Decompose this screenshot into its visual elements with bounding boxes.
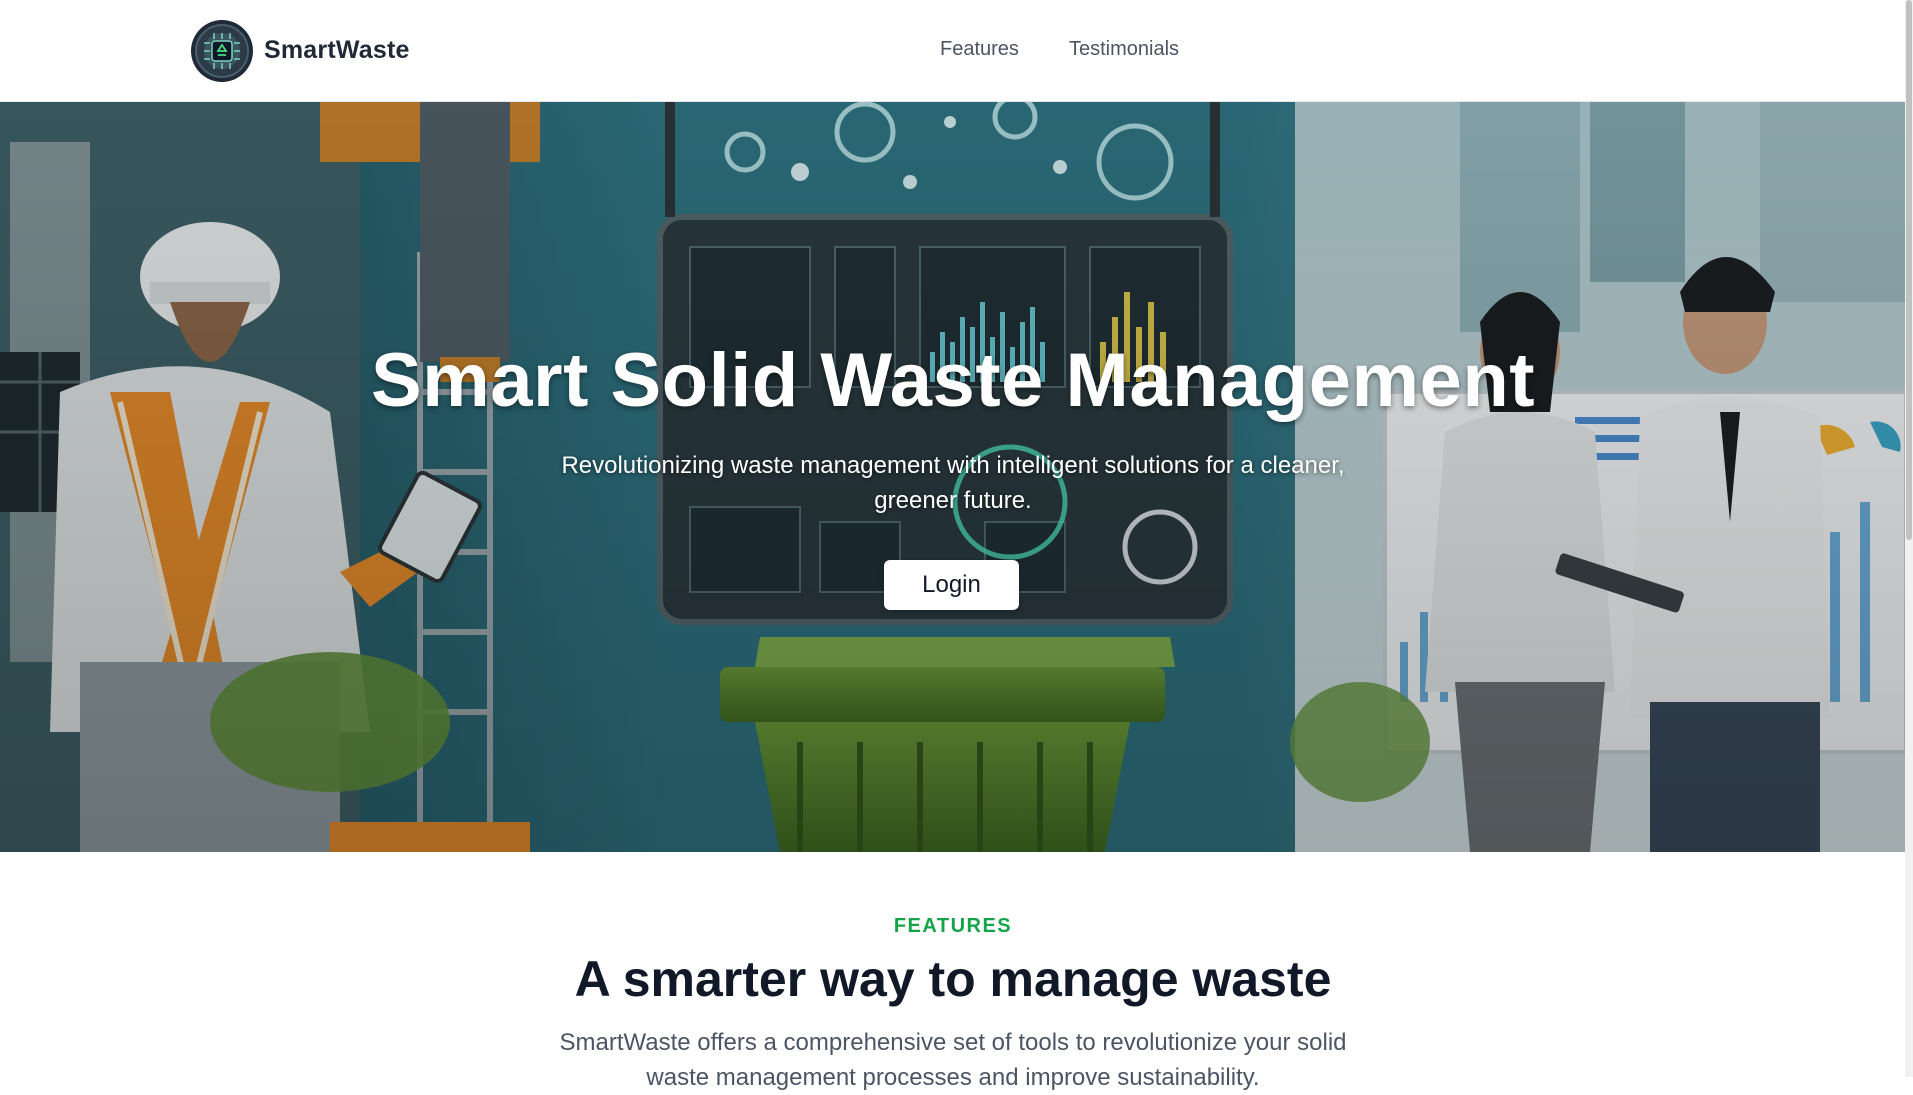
hero-section: Smart Solid Waste Management Revolutioni… [0, 102, 1906, 852]
login-button[interactable]: Login [884, 560, 1019, 610]
scrollbar-thumb[interactable] [1906, 0, 1912, 540]
features-description: SmartWaste offers a comprehensive set of… [559, 1029, 1347, 1091]
features-title: A smarter way to manage waste [574, 951, 1332, 1007]
hero-title: Smart Solid Waste Management [370, 338, 1536, 423]
page-scrollbar[interactable] [1905, 0, 1913, 1077]
site-header: SmartWaste Features Testimonials [0, 0, 1913, 102]
recycle-chip-icon[interactable] [190, 19, 254, 83]
nav-link-features[interactable]: Features [940, 38, 1019, 61]
brand-name[interactable]: SmartWaste [264, 36, 410, 65]
hero-subtitle: Revolutionizing waste management with in… [561, 452, 1345, 514]
nav-link-testimonials[interactable]: Testimonials [1069, 38, 1179, 61]
features-eyebrow: FEATURES [893, 915, 1013, 937]
